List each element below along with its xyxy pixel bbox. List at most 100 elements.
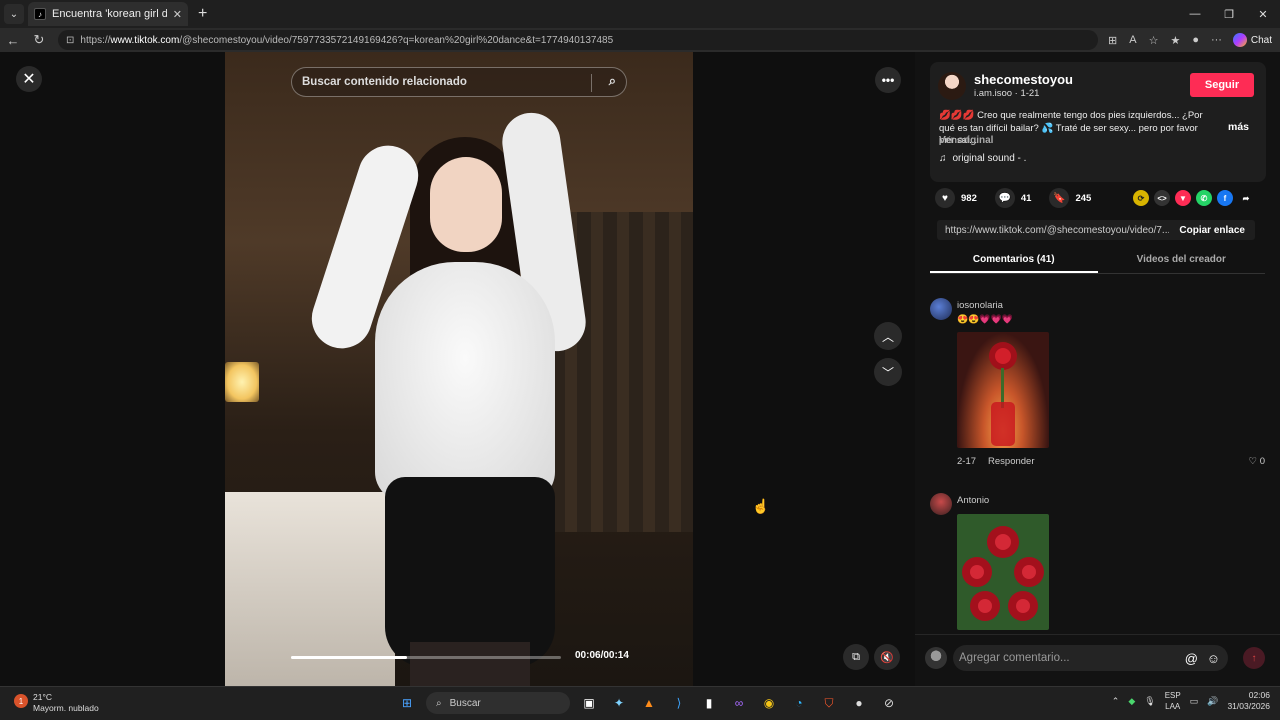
widgets-icon[interactable]: ✦ bbox=[608, 691, 630, 715]
settings-more-icon[interactable]: ··· bbox=[1211, 34, 1222, 46]
restore-icon[interactable]: ❐ bbox=[1212, 0, 1246, 28]
weather-widget[interactable]: 1 21°C Mayorm. nublado bbox=[14, 692, 99, 714]
creator-username[interactable]: shecomestoyou bbox=[974, 72, 1073, 87]
commenter-avatar[interactable] bbox=[930, 493, 952, 515]
sound-name: original sound - . bbox=[952, 153, 1027, 164]
see-original-link[interactable]: Ver original bbox=[939, 135, 993, 146]
save-count: 245 bbox=[1075, 192, 1092, 204]
post-info-card: shecomestoyou i.am.isoo · 1-21 Seguir 💋💋… bbox=[930, 62, 1266, 182]
video-progress-bar[interactable] bbox=[291, 656, 561, 659]
tab-creator-videos[interactable]: Videos del creador bbox=[1098, 250, 1266, 273]
sound-link[interactable]: ♫ original sound - . bbox=[939, 153, 1026, 164]
brave-icon[interactable]: ⛉ bbox=[818, 691, 840, 715]
whatsapp-icon[interactable]: ✆ bbox=[1196, 190, 1212, 206]
new-tab-icon[interactable]: + bbox=[198, 5, 207, 23]
vscode-icon[interactable]: ⟩ bbox=[668, 691, 690, 715]
url-field[interactable]: ⊡ https://www.tiktok.com/@shecomestoyou/… bbox=[58, 30, 1098, 50]
copy-link-button[interactable]: Copiar enlace bbox=[1169, 225, 1255, 236]
bookmark-icon[interactable]: 🔖 bbox=[1049, 188, 1070, 208]
mention-icon[interactable]: @ bbox=[1185, 651, 1198, 666]
search-icon[interactable]: ⌕ bbox=[609, 73, 616, 89]
task-view-icon[interactable]: ▣ bbox=[578, 691, 600, 715]
chevron-up-icon: ︿ bbox=[881, 329, 894, 344]
refresh-icon[interactable]: ↻ bbox=[26, 32, 52, 48]
minimize-icon[interactable]: — bbox=[1178, 0, 1212, 28]
comment-image-rose-vase[interactable] bbox=[957, 332, 1049, 448]
commenter-name[interactable]: iosonolaria bbox=[957, 300, 1003, 311]
send-to-friends-icon[interactable]: ▼ bbox=[1175, 190, 1191, 206]
favorite-star-icon[interactable]: ☆ bbox=[1149, 34, 1159, 47]
tab-actions-menu-icon[interactable]: ⌄ bbox=[4, 4, 24, 24]
microphone-icon[interactable]: 🎙 bbox=[1144, 696, 1155, 707]
office-app-icon[interactable]: ▲ bbox=[638, 691, 660, 715]
floating-player-button[interactable]: ⧉ bbox=[843, 644, 869, 670]
back-icon[interactable]: ← bbox=[0, 33, 26, 48]
see-more-link[interactable]: más bbox=[1228, 121, 1249, 133]
comment-image-roses[interactable] bbox=[957, 514, 1049, 630]
repost-icon[interactable]: ⟳ bbox=[1133, 190, 1149, 206]
volume-icon[interactable]: 🔊 bbox=[1207, 696, 1218, 707]
language-indicator[interactable]: ESP LAA bbox=[1165, 690, 1181, 712]
embed-icon[interactable]: <> bbox=[1154, 190, 1170, 206]
site-info-icon[interactable]: ⊡ bbox=[66, 35, 74, 46]
panel-tabs: Comentarios (41) Videos del creador bbox=[930, 250, 1265, 274]
video-player[interactable]: Buscar contenido relacionado ⌕ 00:06/00:… bbox=[225, 52, 693, 686]
app-icon[interactable]: ● bbox=[848, 691, 870, 715]
facebook-icon[interactable]: f bbox=[1217, 190, 1233, 206]
favorites-icon[interactable]: ★ bbox=[1170, 34, 1180, 47]
overwatch-icon[interactable]: ⊘ bbox=[878, 691, 900, 715]
comment-count: 41 bbox=[1020, 192, 1032, 204]
previous-video-button[interactable]: ︿ bbox=[874, 322, 902, 350]
close-tab-icon[interactable]: ✕ bbox=[173, 8, 182, 21]
comment-icon[interactable]: 💬 bbox=[994, 188, 1015, 208]
heart-icon[interactable]: ♥ bbox=[935, 188, 955, 208]
next-video-button[interactable]: ﹀ bbox=[874, 358, 902, 386]
search-divider bbox=[591, 74, 592, 92]
share-arrow-icon[interactable]: ➦ bbox=[1238, 190, 1254, 206]
tray-overflow-icon[interactable]: ⌃ bbox=[1112, 696, 1120, 707]
emoji-icon[interactable]: ☺ bbox=[1207, 651, 1220, 666]
language-code: ESP bbox=[1164, 691, 1181, 700]
translate-icon[interactable]: A bbox=[1129, 34, 1136, 46]
commenter-name[interactable]: Antonio bbox=[957, 495, 989, 506]
clock[interactable]: 02:06 31/03/2026 bbox=[1227, 690, 1270, 712]
visual-studio-icon[interactable]: ∞ bbox=[728, 691, 750, 715]
comment-composer: Agregar comentario... @ ☺ ↑ bbox=[915, 634, 1280, 686]
chevron-down-icon: ﹀ bbox=[881, 365, 894, 380]
subject-shirt bbox=[375, 262, 555, 502]
network-icon[interactable]: ▭ bbox=[1190, 696, 1199, 707]
roses-drawing bbox=[962, 526, 1044, 621]
more-options-button[interactable]: ••• bbox=[875, 67, 901, 93]
tab-comments[interactable]: Comentarios (41) bbox=[930, 250, 1098, 273]
chat-label: Chat bbox=[1250, 34, 1272, 46]
taskbar-search[interactable]: ⌕ Buscar bbox=[426, 692, 570, 714]
related-search-input[interactable]: Buscar contenido relacionado ⌕ bbox=[291, 67, 627, 97]
subject-face bbox=[430, 157, 502, 252]
copilot-chat-button[interactable]: Chat bbox=[1232, 33, 1272, 47]
arrow-up-icon: ↑ bbox=[1251, 652, 1257, 664]
close-window-icon[interactable]: ✕ bbox=[1246, 0, 1280, 28]
weather-desc: Mayorm. nublado bbox=[33, 703, 99, 713]
commenter-avatar[interactable] bbox=[930, 298, 952, 320]
profile-avatar-icon[interactable]: ● bbox=[1192, 34, 1199, 46]
comment-input[interactable]: Agregar comentario... @ ☺ bbox=[953, 645, 1228, 671]
video-time: 00:06/00:14 bbox=[575, 650, 629, 661]
send-comment-button[interactable]: ↑ bbox=[1243, 647, 1265, 669]
clock-date: 31/03/2026 bbox=[1227, 701, 1270, 711]
mute-button[interactable]: 🔇 bbox=[874, 644, 900, 670]
my-avatar[interactable] bbox=[925, 647, 947, 669]
close-video-button[interactable]: ✕ bbox=[16, 66, 42, 92]
terminal-icon[interactable]: ▮ bbox=[698, 691, 720, 715]
tray-app-icon[interactable]: ◆ bbox=[1128, 696, 1135, 707]
app-available-icon[interactable]: ⊞ bbox=[1108, 34, 1117, 47]
comment-like[interactable]: ♡ 0 bbox=[1249, 456, 1265, 467]
creator-avatar[interactable] bbox=[938, 72, 966, 100]
reply-button[interactable]: Responder bbox=[988, 456, 1034, 467]
browser-tab-active[interactable]: ♪ Encuentra 'korean girl dance' en T ✕ bbox=[28, 2, 188, 26]
edge-icon[interactable]: ◔ bbox=[788, 691, 810, 715]
comment-item: Antonio bbox=[930, 493, 1265, 633]
chrome-icon[interactable]: ◉ bbox=[758, 691, 780, 715]
comment-item: iosonolaria 😍😍💗💗💗 2-17 Responder ♡ 0 bbox=[930, 298, 1265, 478]
follow-button[interactable]: Seguir bbox=[1190, 73, 1254, 97]
windows-start-icon[interactable]: ⊞ bbox=[396, 691, 418, 715]
